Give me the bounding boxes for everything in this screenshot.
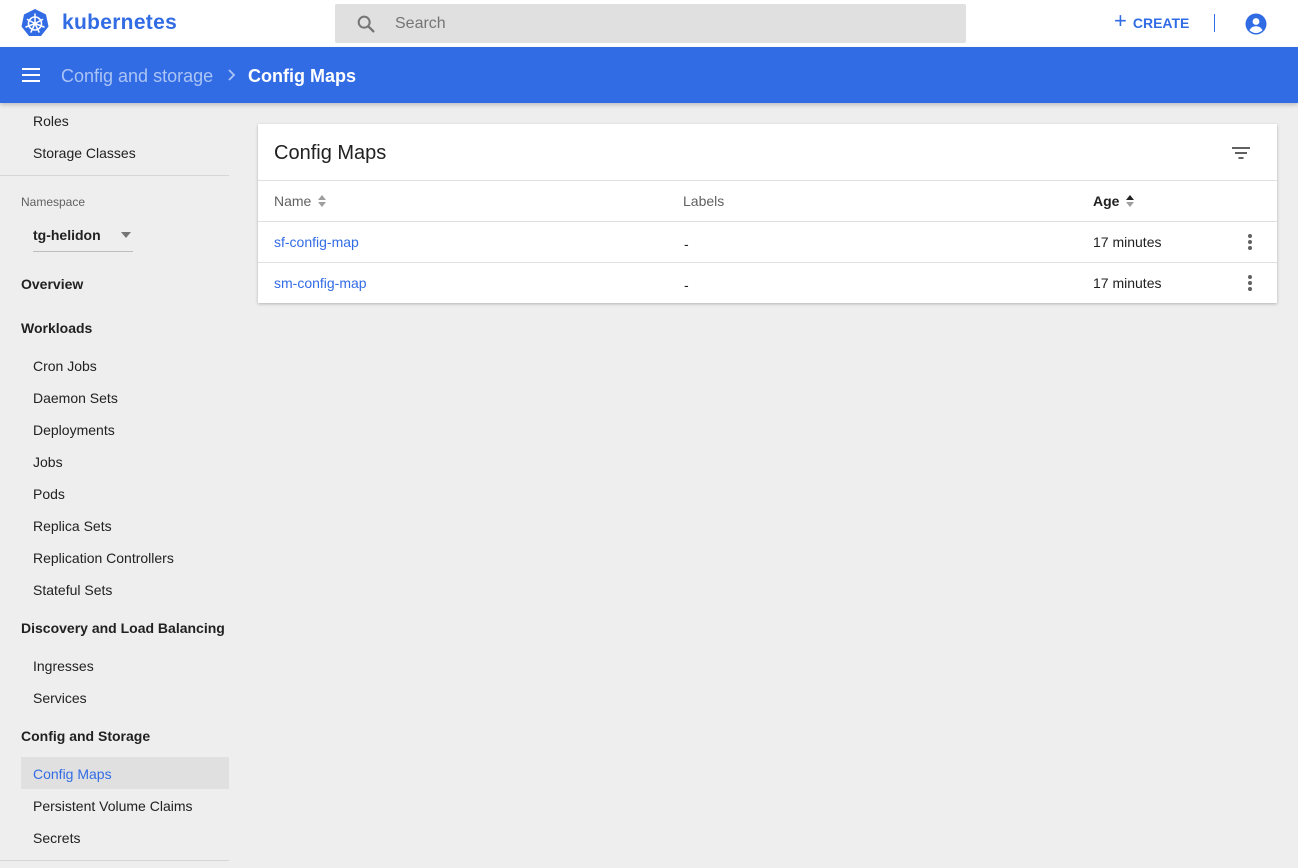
search-input[interactable] <box>395 4 935 43</box>
namespace-value: tg-helidon <box>33 227 101 243</box>
sidebar-item-services[interactable]: Services <box>33 690 87 706</box>
top-bar: kubernetes + CREATE <box>0 0 1298 47</box>
column-label-labels: Labels <box>683 193 725 209</box>
table-divider <box>258 221 1277 222</box>
search-icon <box>357 15 375 33</box>
sidebar-item-jobs[interactable]: Jobs <box>33 454 63 470</box>
sidebar-item-ingresses[interactable]: Ingresses <box>33 658 94 674</box>
sidebar-item-roles[interactable]: Roles <box>33 113 69 129</box>
sidebar-item-replica-sets[interactable]: Replica Sets <box>33 518 112 534</box>
sidebar-divider <box>0 175 229 176</box>
sidebar-item-config-maps[interactable]: Config Maps <box>33 766 112 782</box>
toolbar-divider <box>1214 14 1215 32</box>
create-button[interactable]: + CREATE <box>1114 9 1189 37</box>
breadcrumb-parent[interactable]: Config and storage <box>61 66 213 87</box>
more-vert-icon[interactable] <box>1240 232 1260 252</box>
sidebar-section-config-storage[interactable]: Config and Storage <box>21 728 150 744</box>
config-map-labels: - <box>684 277 689 293</box>
column-header-name[interactable]: Name <box>274 193 327 209</box>
dropdown-arrow-icon <box>121 232 131 238</box>
table-divider <box>258 262 1277 263</box>
filter-icon[interactable] <box>1230 142 1252 164</box>
sidebar: Roles Storage Classes Namespace tg-helid… <box>0 103 230 868</box>
column-label-name: Name <box>274 193 312 209</box>
sidebar-item-replication-controllers[interactable]: Replication Controllers <box>33 550 174 566</box>
sidebar-item-secrets[interactable]: Secrets <box>33 830 80 846</box>
sidebar-item-storage-classes[interactable]: Storage Classes <box>33 145 136 161</box>
config-map-name-link[interactable]: sm-config-map <box>274 275 367 291</box>
sidebar-item-stateful-sets[interactable]: Stateful Sets <box>33 582 112 598</box>
config-map-age: 17 minutes <box>1093 275 1162 291</box>
column-header-labels: Labels <box>683 193 724 209</box>
sidebar-section-workloads[interactable]: Workloads <box>21 320 92 336</box>
sidebar-item-cron-jobs[interactable]: Cron Jobs <box>33 358 97 374</box>
chevron-right-icon <box>228 69 236 81</box>
plus-icon: + <box>1114 8 1127 33</box>
sort-icon <box>318 195 327 207</box>
sidebar-item-overview[interactable]: Overview <box>21 276 83 292</box>
kubernetes-logo-icon[interactable] <box>20 8 50 38</box>
page-header: Config and storage Config Maps <box>0 47 1298 103</box>
config-map-labels: - <box>684 236 689 252</box>
config-map-age: 17 minutes <box>1093 234 1162 250</box>
sort-ascending-icon <box>1126 195 1135 207</box>
search-bar[interactable] <box>335 4 966 43</box>
brand-name[interactable]: kubernetes <box>62 11 177 35</box>
config-maps-card: Config Maps Name Labels Age sf-config-ma… <box>258 124 1277 303</box>
more-vert-icon[interactable] <box>1240 273 1260 293</box>
table-divider <box>258 180 1277 181</box>
namespace-select[interactable]: tg-helidon <box>33 223 133 252</box>
sidebar-item-persistent-volume-claims[interactable]: Persistent Volume Claims <box>33 798 193 814</box>
sidebar-item-pods[interactable]: Pods <box>33 486 65 502</box>
card-title: Config Maps <box>274 142 387 164</box>
namespace-label: Namespace <box>21 195 86 209</box>
create-label: CREATE <box>1132 15 1190 31</box>
column-header-age[interactable]: Age <box>1093 193 1135 209</box>
sidebar-item-daemon-sets[interactable]: Daemon Sets <box>33 390 118 406</box>
config-map-name-link[interactable]: sf-config-map <box>274 234 359 250</box>
breadcrumb-current: Config Maps <box>248 66 356 86</box>
sidebar-item-deployments[interactable]: Deployments <box>33 422 115 438</box>
account-icon[interactable] <box>1244 12 1268 36</box>
column-label-age: Age <box>1093 193 1120 209</box>
sidebar-divider <box>0 860 229 861</box>
sidebar-section-discovery[interactable]: Discovery and Load Balancing <box>21 620 225 636</box>
menu-icon[interactable] <box>20 64 42 86</box>
